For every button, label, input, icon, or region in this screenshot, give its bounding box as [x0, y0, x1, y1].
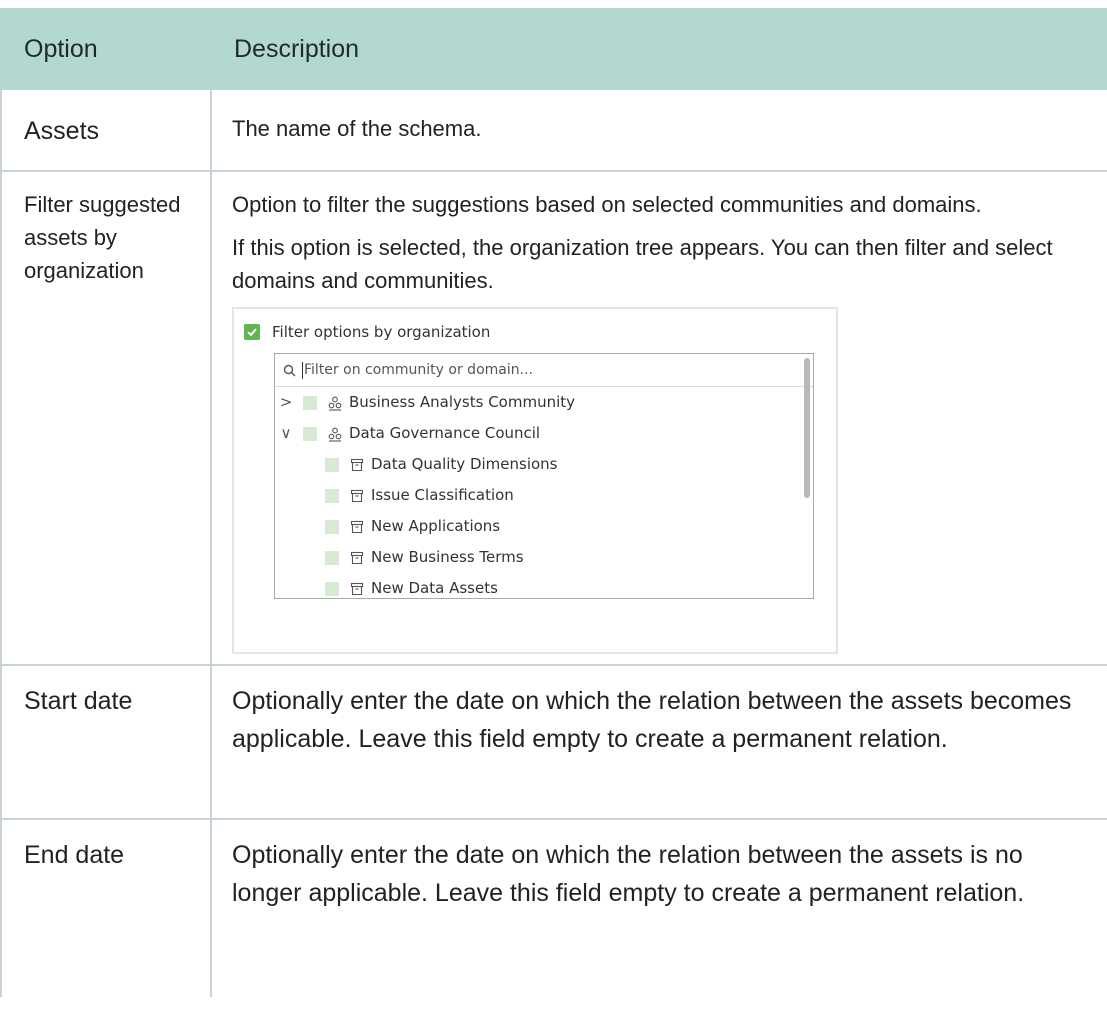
- option-cell: Filter suggested assets by organization: [0, 170, 212, 666]
- checkbox-label: Filter options by organization: [272, 322, 491, 341]
- description-text: Optionally enter the date on which the r…: [232, 687, 1072, 753]
- tree-item-label: Business Analysts Community: [349, 393, 576, 411]
- tree-item-label: New Applications: [371, 517, 501, 535]
- tree-item-domain[interactable]: New Business Terms: [275, 542, 813, 573]
- organization-filter-screenshot: Filter options by organization Filter on…: [232, 307, 838, 654]
- tree-item-domain[interactable]: Data Quality Dimensions: [275, 449, 813, 480]
- tree-search-field[interactable]: Filter on community or domain...: [275, 354, 813, 387]
- tree-item-community[interactable]: > Business Analysts Community: [275, 387, 813, 418]
- tree-checkbox[interactable]: [303, 426, 317, 441]
- tree-item-domain[interactable]: Issue Classification: [275, 480, 813, 511]
- tree-item-domain[interactable]: New Data Assets: [275, 573, 813, 598]
- tree-checkbox[interactable]: [325, 519, 339, 534]
- description-text: Optionally enter the date on which the r…: [232, 841, 1025, 907]
- tree-checkbox[interactable]: [325, 488, 339, 503]
- tree-checkbox[interactable]: [325, 550, 339, 565]
- description-cell: Option to filter the suggestions based o…: [210, 170, 1107, 666]
- tree-item-label: Data Governance Council: [349, 424, 541, 442]
- table-header-row: Option Description: [0, 8, 1107, 90]
- chevron-down-icon[interactable]: ∨: [275, 417, 297, 450]
- option-cell: End date: [0, 818, 212, 997]
- domain-icon: [350, 520, 364, 533]
- table-row: Start date Optionally enter the date on …: [0, 664, 1107, 820]
- option-cell: Start date: [0, 664, 212, 820]
- tree-item-label: Issue Classification: [371, 486, 514, 504]
- description-text: Option to filter the suggestions based o…: [232, 192, 982, 217]
- community-icon: [328, 396, 342, 411]
- tree-item-community[interactable]: ∨ Data Governance Council: [275, 418, 813, 449]
- tree-checkbox[interactable]: [325, 581, 339, 596]
- text-cursor: [302, 361, 303, 379]
- domain-icon: [350, 551, 364, 564]
- description-cell: Optionally enter the date on which the r…: [210, 818, 1107, 997]
- tree-checkbox[interactable]: [325, 457, 339, 472]
- domain-icon: [350, 458, 364, 471]
- organization-tree: Filter on community or domain... > Busin…: [274, 353, 814, 599]
- table-row: End date Optionally enter the date on wh…: [0, 818, 1107, 997]
- tree-item-domain[interactable]: New Applications: [275, 511, 813, 542]
- options-table: Option Description Assets The name of th…: [0, 8, 1107, 997]
- description-text: If this option is selected, the organiza…: [232, 235, 1053, 293]
- search-icon: [283, 364, 296, 376]
- filter-checkbox-row[interactable]: Filter options by organization: [244, 321, 490, 343]
- header-option: Option: [0, 8, 212, 90]
- tree-item-label: New Business Terms: [371, 548, 524, 566]
- domain-icon: [350, 489, 364, 502]
- chevron-right-icon[interactable]: >: [275, 386, 297, 419]
- description-cell: Optionally enter the date on which the r…: [210, 664, 1107, 820]
- tree-item-label: Data Quality Dimensions: [371, 455, 558, 473]
- table-row: Filter suggested assets by organization …: [0, 170, 1107, 666]
- search-placeholder: Filter on community or domain...: [304, 361, 533, 378]
- checkbox-checked-icon[interactable]: [244, 324, 260, 340]
- community-icon: [328, 427, 342, 442]
- description-cell: The name of the schema.: [210, 88, 1107, 172]
- description-text: The name of the schema.: [232, 116, 482, 141]
- tree-scrollbar[interactable]: [804, 358, 810, 498]
- tree-checkbox[interactable]: [303, 395, 317, 410]
- tree-item-label: New Data Assets: [371, 579, 498, 597]
- domain-icon: [350, 582, 364, 595]
- table-row: Assets The name of the schema.: [0, 88, 1107, 172]
- header-description: Description: [210, 8, 1107, 90]
- option-cell: Assets: [0, 88, 212, 172]
